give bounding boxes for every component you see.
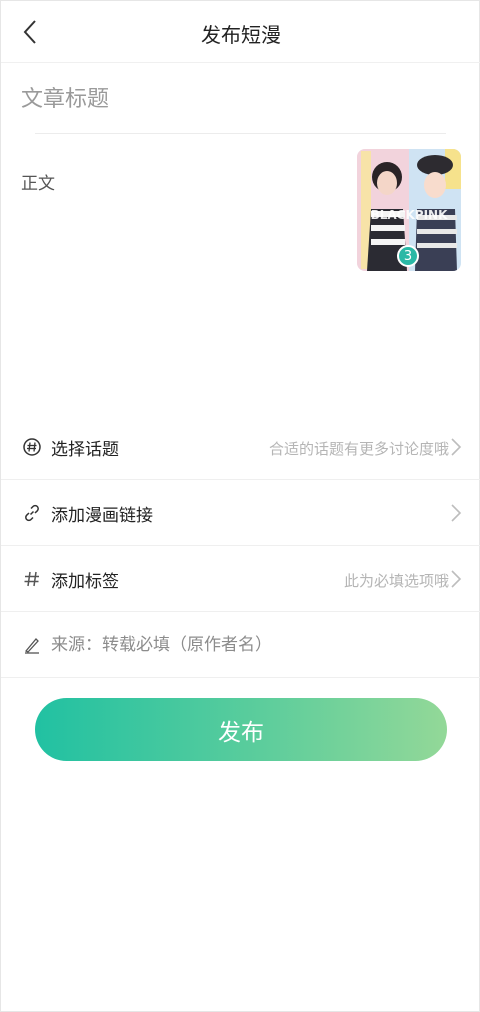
add-comic-link-row[interactable]: 添加漫画链接 bbox=[1, 480, 480, 546]
article-body-input[interactable] bbox=[21, 169, 341, 389]
page-title: 发布短漫 bbox=[201, 23, 281, 47]
select-topic-row[interactable]: 选择话题 合适的话题有更多讨论度哦 bbox=[1, 414, 480, 480]
add-tags-hint: 此为必填选项哦 bbox=[343, 572, 449, 590]
thumbnail-watermark: BLACKPINK bbox=[371, 208, 448, 222]
divider bbox=[35, 133, 446, 134]
image-thumbnail[interactable]: BLACKPINK 3 bbox=[357, 149, 461, 271]
chevron-right-icon bbox=[451, 570, 462, 588]
add-tags-label: 添加标签 bbox=[51, 572, 119, 592]
select-topic-label: 选择话题 bbox=[51, 440, 119, 460]
pen-icon bbox=[21, 634, 43, 656]
select-topic-hint: 合适的话题有更多讨论度哦 bbox=[268, 440, 449, 458]
article-title-input[interactable] bbox=[21, 81, 441, 117]
chevron-right-icon bbox=[451, 504, 462, 522]
top-bar: 发布短漫 bbox=[1, 1, 480, 63]
hash-icon bbox=[21, 568, 43, 590]
chevron-right-icon bbox=[451, 438, 462, 456]
image-count-badge: 3 bbox=[397, 245, 419, 267]
link-icon bbox=[21, 502, 43, 524]
add-comic-link-label: 添加漫画链接 bbox=[51, 506, 153, 526]
app-frame: 发布短漫 BLACKPINK 3 bbox=[0, 0, 480, 1012]
hashtag-bubble-icon bbox=[21, 436, 43, 458]
publish-button[interactable]: 发布 bbox=[35, 698, 447, 761]
add-tags-row[interactable]: 添加标签 此为必填选项哦 bbox=[1, 546, 480, 612]
source-row bbox=[1, 612, 480, 678]
source-input[interactable] bbox=[51, 632, 451, 658]
